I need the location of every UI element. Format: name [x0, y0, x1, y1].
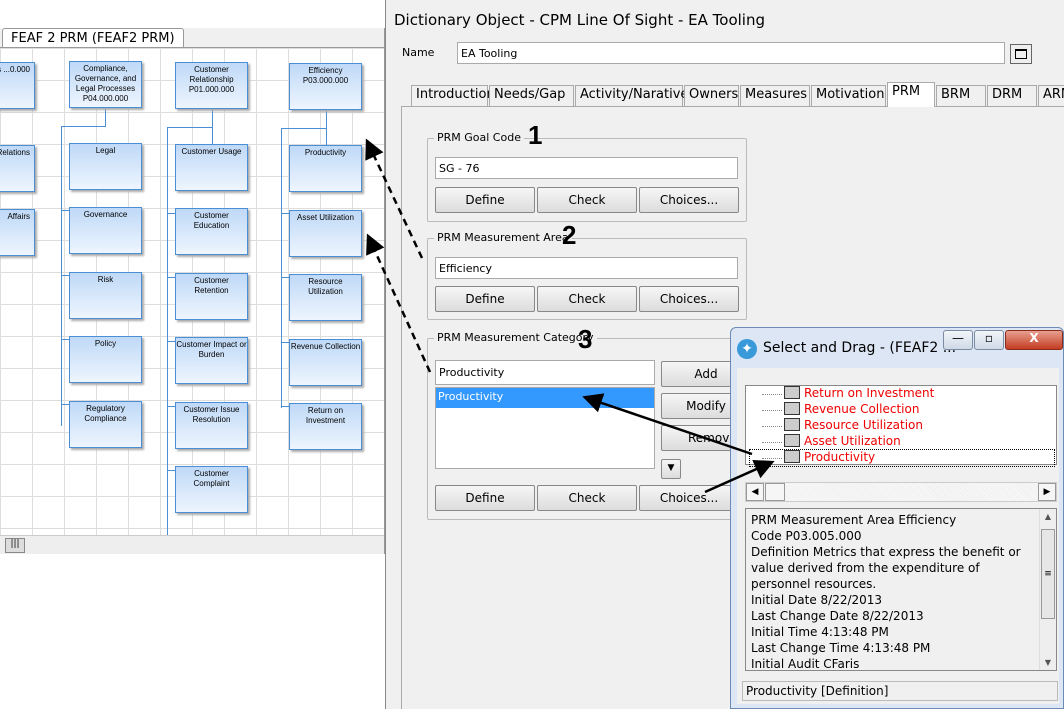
annotation-arrows	[365, 138, 775, 494]
solid-arrow	[582, 393, 753, 456]
dashed-arrow	[365, 138, 424, 259]
solid-arrow	[704, 459, 775, 494]
